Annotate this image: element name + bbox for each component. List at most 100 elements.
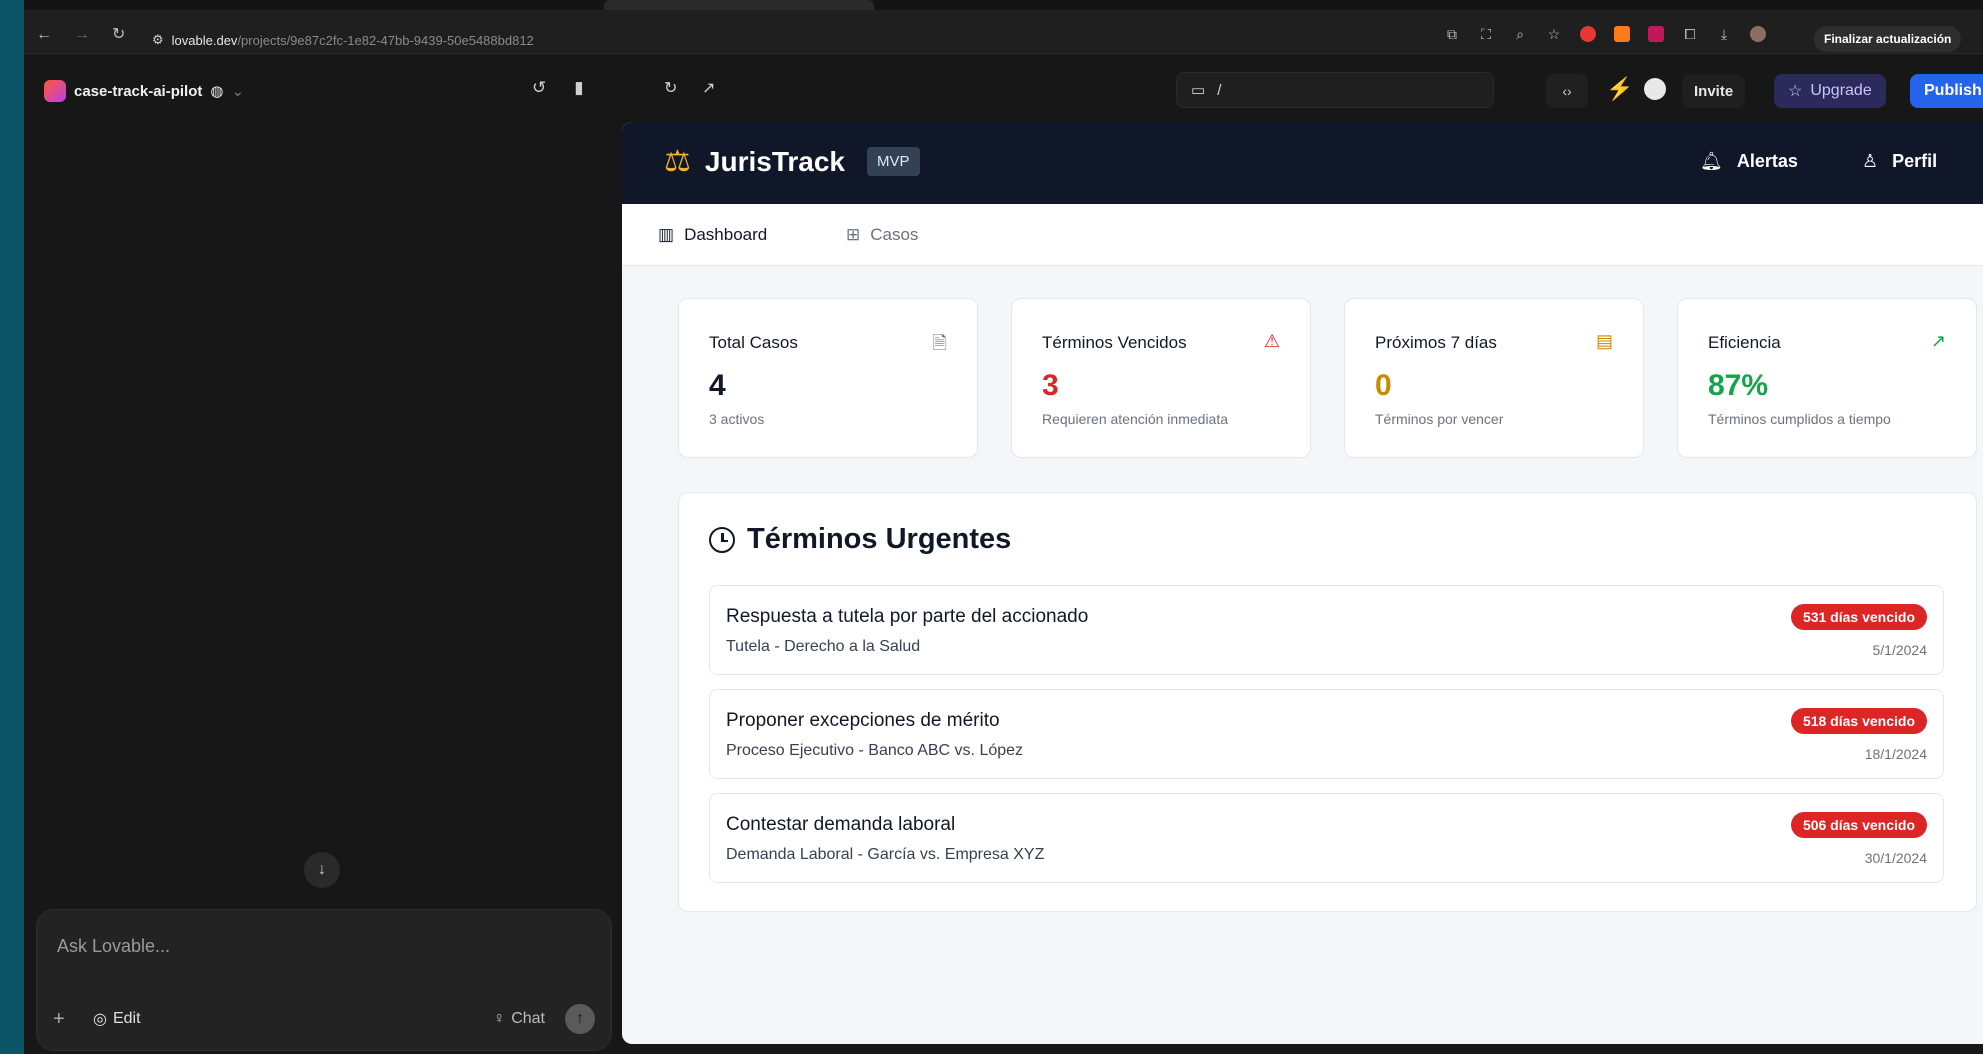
- extensions-area: ⧉ ⛶ ⌕ ☆ ⧠ ⤓: [1444, 26, 1766, 42]
- profile-link[interactable]: ♙ Perfil: [1862, 151, 1937, 172]
- sidebar-toggle-icon[interactable]: ▮: [574, 78, 583, 98]
- nav-dashboard[interactable]: ▥ Dashboard: [658, 225, 767, 245]
- globe-icon: ◍: [210, 83, 224, 100]
- arrow-down-icon: ↓: [318, 861, 326, 878]
- stat-card-total-casos: Total Casos 🗎 4 3 activos: [678, 298, 978, 458]
- alerts-label: Alertas: [1736, 151, 1798, 171]
- nav-dashboard-label: Dashboard: [684, 225, 768, 244]
- url-host: lovable.dev: [171, 32, 238, 48]
- code-view-button[interactable]: ‹›: [1546, 74, 1588, 108]
- alert-triangle-icon: ⚠: [1263, 331, 1280, 351]
- document-icon: 🗎: [932, 333, 947, 353]
- upgrade-label: Upgrade: [1810, 82, 1872, 99]
- profile-avatar-icon[interactable]: [1750, 26, 1766, 42]
- mvp-badge: MVP: [867, 147, 920, 176]
- route-value: /: [1217, 81, 1222, 99]
- urgent-item[interactable]: Contestar demanda laboral Demanda Labora…: [709, 793, 1944, 883]
- urgent-item-name: Contestar demanda laboral: [726, 814, 956, 835]
- urgent-item[interactable]: Respuesta a tutela por parte del acciona…: [709, 585, 1944, 675]
- overdue-badge: 506 días vencido: [1790, 812, 1927, 838]
- extensions-puzzle-icon[interactable]: ⧠: [1682, 26, 1698, 42]
- urgent-item-name: Proponer excepciones de mérito: [726, 710, 1000, 731]
- urgent-item-case: Demanda Laboral - García vs. Empresa XYZ: [726, 846, 1045, 863]
- nav-casos[interactable]: ⊞ Casos: [846, 225, 918, 245]
- route-input[interactable]: ▭ /: [1176, 72, 1494, 108]
- finish-update-button[interactable]: Finalizar actualización: [1814, 26, 1962, 52]
- translate-icon[interactable]: ⛶: [1478, 26, 1494, 42]
- active-tab[interactable]: [604, 0, 874, 10]
- install-app-icon[interactable]: ⧉: [1444, 26, 1460, 42]
- urgent-item-date: 30/1/2024: [1864, 850, 1927, 866]
- stat-subtitle: Términos cumplidos a tiempo: [1708, 411, 1891, 427]
- grid-icon: ⊞: [846, 225, 861, 244]
- stat-value: 87%: [1708, 369, 1769, 402]
- url-path: /projects/9e87c2fc-1e82-47bb-9439-50e548…: [237, 32, 534, 48]
- invite-button[interactable]: Invite: [1682, 74, 1746, 108]
- scales-icon: ⚖: [664, 145, 691, 178]
- stat-card-terminos-vencidos: Términos Vencidos ⚠ 3 Requieren atención…: [1011, 298, 1311, 458]
- overdue-badge: 531 días vencido: [1790, 604, 1927, 630]
- extension-pink-icon[interactable]: [1648, 26, 1664, 42]
- stat-title: Total Casos: [709, 333, 798, 352]
- zoom-icon[interactable]: ⌕: [1512, 26, 1528, 42]
- stat-card-proximos-7-dias: Próximos 7 días ▤ 0 Términos por vencer: [1344, 298, 1644, 458]
- stat-title: Próximos 7 días: [1375, 333, 1497, 352]
- extension-orange-icon[interactable]: [1614, 26, 1630, 42]
- preview-toolbar: ↻ ↗ ▭ / ‹› ⚡ Invite ☆ Upgrade Publish: [616, 54, 1983, 122]
- scroll-down-button[interactable]: ↓: [304, 852, 340, 888]
- stat-card-eficiencia: Eficiencia ↗ 87% Términos cumplidos a ti…: [1677, 298, 1977, 458]
- urgent-terms-title: Términos Urgentes: [747, 523, 1012, 555]
- stat-title: Eficiencia: [1708, 333, 1781, 352]
- extension-red-icon[interactable]: [1580, 26, 1596, 42]
- urgent-item-date: 5/1/2024: [1872, 642, 1928, 658]
- open-external-icon[interactable]: ↗: [702, 78, 715, 98]
- app-preview: ⚖ JurisTrack MVP 🔔︎ Alertas ♙ Perfil ▥ D…: [622, 122, 1983, 1044]
- urgent-item[interactable]: Proponer excepciones de mérito Proceso E…: [709, 689, 1944, 779]
- clock-icon: [709, 526, 735, 553]
- bar-chart-icon: ▥: [658, 225, 675, 244]
- chat-composer: + ◎ Edit ♀ Chat ↑: [36, 909, 612, 1051]
- site-settings-icon[interactable]: ⚙: [152, 32, 164, 48]
- upgrade-button[interactable]: ☆ Upgrade: [1774, 74, 1886, 108]
- download-icon[interactable]: ⤓: [1716, 26, 1732, 42]
- nav-casos-label: Casos: [870, 225, 919, 244]
- app-nav: ▥ Dashboard ⊞ Casos: [622, 204, 1983, 266]
- alerts-link[interactable]: 🔔︎ Alertas: [1700, 151, 1798, 172]
- urgent-item-case: Tutela - Derecho a la Salud: [726, 638, 921, 655]
- publish-button[interactable]: Publish: [1910, 74, 1983, 108]
- stat-subtitle: 3 activos: [709, 411, 765, 427]
- forward-icon[interactable]: →: [74, 27, 90, 43]
- chat-label: Chat: [511, 1010, 545, 1027]
- edit-mode-button[interactable]: ◎ Edit: [93, 1009, 141, 1029]
- bookmark-star-icon[interactable]: ☆: [1546, 26, 1562, 42]
- back-icon[interactable]: ←: [36, 27, 52, 43]
- project-selector[interactable]: case-track-ai-pilot ◍ ⌄: [44, 80, 244, 102]
- trending-up-icon: ↗: [1930, 331, 1946, 351]
- supabase-bolt-icon[interactable]: ⚡: [1606, 76, 1633, 102]
- brand-name: JurisTrack: [704, 145, 846, 177]
- urgent-terms-panel: Términos Urgentes Respuesta a tutela por…: [678, 492, 1977, 912]
- chevron-down-icon: ⌄: [231, 83, 245, 100]
- urgent-item-date: 18/1/2024: [1864, 746, 1927, 762]
- chat-mode-button[interactable]: ♀ Chat: [493, 1010, 545, 1028]
- browser-toolbar: ← → ↻ ⚙ lovable.dev/projects/9e87c2fc-1e…: [24, 0, 1983, 54]
- reload-icon[interactable]: ↻: [112, 27, 125, 43]
- send-button[interactable]: ↑: [565, 1004, 595, 1034]
- bell-icon: 🔔︎: [1700, 151, 1723, 171]
- profile-label: Perfil: [1892, 151, 1938, 171]
- address-bar[interactable]: ⚙ lovable.dev/projects/9e87c2fc-1e82-47b…: [152, 26, 534, 54]
- history-icon[interactable]: ↺: [532, 78, 546, 98]
- lovable-chat-panel: case-track-ai-pilot ◍ ⌄ ↺ ▮ ↓ + ◎ Edit ♀ C…: [24, 54, 616, 1054]
- github-icon[interactable]: [1644, 78, 1666, 100]
- chat-input[interactable]: [57, 936, 577, 957]
- edit-target-icon: ◎: [93, 1011, 107, 1028]
- panel-actions: ↺ ▮: [532, 78, 584, 98]
- app-header: ⚖ JurisTrack MVP 🔔︎ Alertas ♙ Perfil: [622, 122, 1983, 204]
- refresh-preview-icon[interactable]: ↻: [664, 78, 677, 98]
- user-icon: ♙: [1862, 151, 1879, 171]
- brand[interactable]: ⚖ JurisTrack MVP: [664, 144, 920, 179]
- stat-subtitle: Términos por vencer: [1375, 411, 1504, 427]
- urgent-item-case: Proceso Ejecutivo - Banco ABC vs. López: [726, 742, 1024, 759]
- browser-window: ← → ↻ ⚙ lovable.dev/projects/9e87c2fc-1e…: [24, 0, 1983, 1054]
- add-attachment-button[interactable]: +: [53, 1008, 81, 1031]
